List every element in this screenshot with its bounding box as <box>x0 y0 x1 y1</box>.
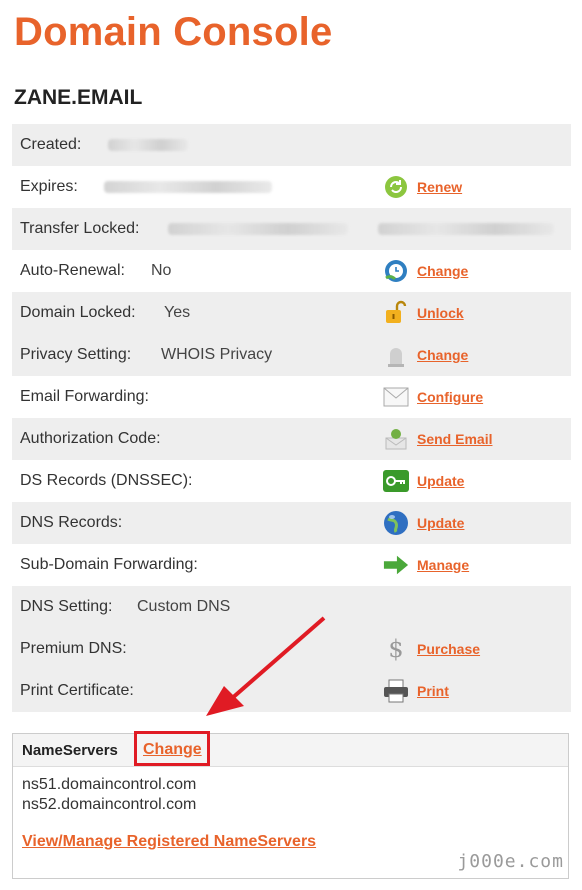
print-certificate-label: Print Certificate: <box>20 682 134 699</box>
globe-icon <box>383 510 409 536</box>
privacy-setting-value: WHOIS Privacy <box>161 346 273 363</box>
printer-icon <box>383 678 409 704</box>
subdomain-forwarding-action: Manage <box>383 552 469 578</box>
redacted-created-value <box>108 139 188 151</box>
auto-renewal-change-link[interactable]: Change <box>417 263 468 279</box>
annotation-arrow <box>206 616 326 716</box>
send-email-icon <box>383 426 409 452</box>
renew-action: Renew <box>383 174 462 200</box>
nameserver-2: ns52.domaincontrol.com <box>22 796 197 813</box>
redacted-transfer-value-2 <box>378 223 554 235</box>
privacy-icon <box>383 342 409 368</box>
nameservers-header: NameServers Change <box>13 731 568 767</box>
row-expires: Expires: Renew <box>12 166 571 208</box>
auto-renewal-value: No <box>151 262 172 279</box>
purchase-link[interactable]: Purchase <box>417 641 480 657</box>
authorization-code-action: Send Email <box>383 426 492 452</box>
key-icon <box>383 468 409 494</box>
subdomain-forwarding-label: Sub-Domain Forwarding: <box>20 556 198 573</box>
row-authorization-code: Authorization Code: Send Email <box>12 418 571 460</box>
domain-name: ZANE.EMAIL <box>14 86 143 109</box>
row-domain-locked: Domain Locked: Yes Unlock <box>12 292 571 334</box>
nameservers-change-link[interactable]: Change <box>143 741 202 759</box>
print-certificate-action: Print <box>383 678 449 704</box>
privacy-action: Change <box>383 342 468 368</box>
manage-nameservers-link[interactable]: View/Manage Registered NameServers <box>22 833 316 851</box>
domain-locked-value: Yes <box>164 304 191 321</box>
privacy-setting-label: Privacy Setting: <box>20 346 132 363</box>
redacted-expires-value <box>104 181 272 193</box>
auto-renewal-label: Auto-Renewal: <box>20 262 125 279</box>
authorization-code-label: Authorization Code: <box>20 430 161 447</box>
row-subdomain-forwarding: Sub-Domain Forwarding: Manage <box>12 544 571 586</box>
premium-dns-action: $ Purchase <box>383 635 480 663</box>
created-label: Created: <box>20 136 82 153</box>
domain-locked-label: Domain Locked: <box>20 304 136 321</box>
row-auto-renewal: Auto-Renewal: No Change <box>12 250 571 292</box>
privacy-change-link[interactable]: Change <box>417 347 468 363</box>
email-forwarding-action: Configure <box>383 384 483 410</box>
domain-locked-action: Unlock <box>383 300 464 326</box>
transfer-locked-label: Transfer Locked: <box>20 220 140 237</box>
dns-records-update-link[interactable]: Update <box>417 515 464 531</box>
dns-setting-label: DNS Setting: <box>20 598 113 615</box>
row-dns-records: DNS Records: Update <box>12 502 571 544</box>
watermark: j000e.com <box>457 851 564 872</box>
clock-globe-icon <box>383 258 409 284</box>
row-ds-records: DS Records (DNSSEC): Update <box>12 460 571 502</box>
premium-dns-label: Premium DNS: <box>20 640 127 657</box>
renew-link[interactable]: Renew <box>417 179 462 195</box>
nameserver-1: ns51.domaincontrol.com <box>22 776 197 793</box>
forward-arrow-icon <box>383 552 409 578</box>
row-privacy-setting: Privacy Setting: WHOIS Privacy Change <box>12 334 571 376</box>
print-link[interactable]: Print <box>417 683 449 699</box>
page-title: Domain Console <box>14 10 333 54</box>
row-transfer-locked: Transfer Locked: <box>12 208 571 250</box>
envelope-icon <box>383 384 409 410</box>
dollar-icon: $ <box>388 635 404 663</box>
manage-link[interactable]: Manage <box>417 557 469 573</box>
row-created: Created: <box>12 124 571 166</box>
nameservers-title: NameServers <box>22 742 118 759</box>
ds-records-action: Update <box>383 468 464 494</box>
configure-link[interactable]: Configure <box>417 389 483 405</box>
padlock-icon <box>383 300 409 326</box>
dns-records-action: Update <box>383 510 464 536</box>
auto-renewal-action: Change <box>383 258 468 284</box>
email-forwarding-label: Email Forwarding: <box>20 388 149 405</box>
redacted-transfer-value-1 <box>168 223 348 235</box>
ds-records-update-link[interactable]: Update <box>417 473 464 489</box>
row-email-forwarding: Email Forwarding: Configure <box>12 376 571 418</box>
unlock-link[interactable]: Unlock <box>417 305 464 321</box>
dns-records-label: DNS Records: <box>20 514 123 531</box>
expires-label: Expires: <box>20 178 78 195</box>
ds-records-label: DS Records (DNSSEC): <box>20 472 193 489</box>
renew-icon <box>383 174 409 200</box>
send-email-link[interactable]: Send Email <box>417 431 492 447</box>
